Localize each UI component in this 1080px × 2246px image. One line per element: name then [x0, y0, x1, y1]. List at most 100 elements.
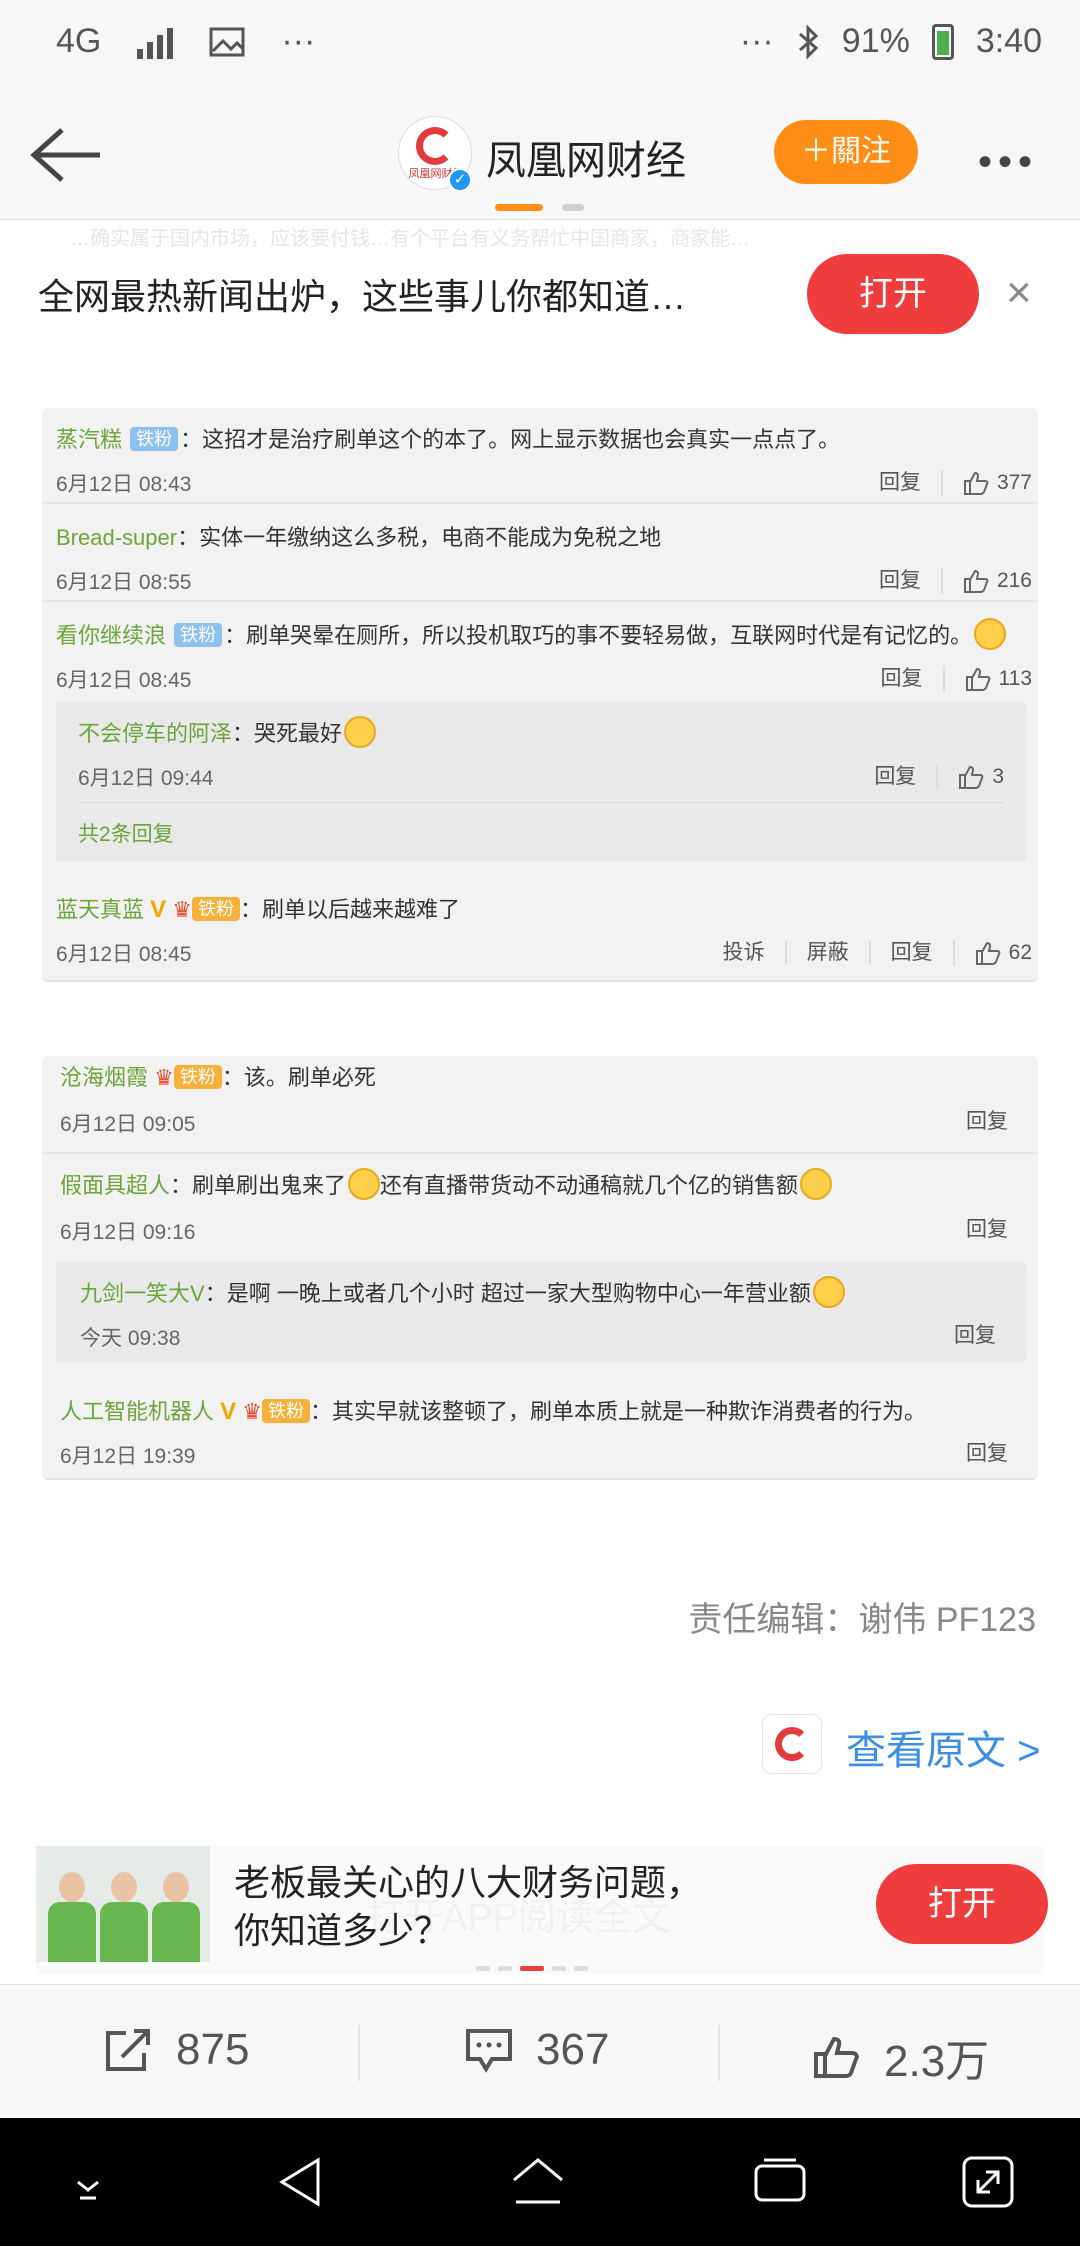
verified-v-icon: V [150, 896, 167, 923]
comment-card: 沧海烟霞 ♛ 铁粉 ：该。刷单必死 6月12日 09:05 回复 假面具超人：刷单刷… [42, 1056, 1038, 1480]
like-button[interactable]: 113 [942, 666, 1032, 692]
crown-level-icon: ♛ [242, 1399, 263, 1424]
like-button[interactable]: 377 [940, 470, 1032, 496]
comment-time: 6月12日 08:45 [56, 669, 192, 692]
reply-button[interactable]: 回复 [946, 1110, 1028, 1134]
like-count: 113 [998, 667, 1032, 690]
more-replies-link[interactable]: 共2条回复 [78, 818, 174, 848]
back-arrow-icon[interactable] [26, 120, 106, 190]
comment-username[interactable]: 沧海烟霞 [60, 1065, 148, 1090]
responsible-editor: 责任编辑：谢伟 PF123 [688, 1601, 1036, 1639]
comment-username[interactable]: Bread-super [56, 525, 177, 550]
reply-text: ：哭死最好 [232, 721, 343, 746]
comment-time: 6月12日 08:45 [56, 943, 192, 966]
ad-banner[interactable]: 打开APP阅读全文 老板最关心的八大财务问题， 你知道多少？ 打开 [36, 1846, 1048, 1974]
comment-text-cont: 还有直播带货动不动通稿就几个亿的销售额 [380, 1173, 799, 1198]
banner-close-icon[interactable]: × [1006, 268, 1032, 318]
like-count: 216 [996, 569, 1032, 592]
comment-time: 6月12日 08:55 [56, 571, 192, 594]
divider [358, 2025, 360, 2081]
page-indicator-active [495, 204, 543, 211]
reply-button[interactable]: 回复 [946, 1442, 1028, 1466]
comment-button[interactable]: 367 [464, 2025, 609, 2075]
comment-line: 蒸汽糕 铁粉 ：这招才是治疗刷单这个的本了。网上显示数据也会真实一点点了。 [56, 422, 840, 454]
crown-level-icon: ♛ [154, 1065, 174, 1090]
bottom-action-bar: 875 367 2.3万 [0, 1984, 1080, 2116]
view-original-link[interactable]: 查看原文 > [846, 1718, 1040, 1776]
comment-text: ：该。刷单必死 [221, 1065, 376, 1090]
signal-icon [137, 25, 174, 59]
comment-username[interactable]: 看你继续浪 [56, 623, 166, 648]
like-article-button[interactable]: 2.3万 [812, 2025, 989, 2089]
banner-text[interactable]: 全网最热新闻出炉，这些事儿你都知道… [38, 268, 686, 320]
comment-text: ：其实早就该整顿了，刷单本质上就是一种欺诈消费者的行为。 [310, 1399, 927, 1424]
app-promo-banner[interactable]: …确实属于国内市场，应该要付钱…有个平台有义务帮忙中国商家，商家能… 全网最热新… [0, 222, 1080, 362]
ad-title-line2[interactable]: 你知道多少？ [234, 1902, 450, 1954]
share-icon [106, 2029, 150, 2071]
block-button[interactable]: 屏蔽 [784, 941, 869, 965]
comment-text: ：刷单以后越来越难了 [240, 897, 461, 922]
screen-expand-icon[interactable] [958, 2152, 1018, 2212]
comment-username[interactable]: 人工智能机器人 [60, 1399, 214, 1424]
laughing-emoji-icon [812, 1276, 845, 1308]
phoenix-logo-icon [416, 127, 454, 165]
report-button[interactable]: 投诉 [703, 941, 785, 965]
recent-apps-icon[interactable] [750, 2152, 810, 2212]
system-nav-bar [0, 2118, 1080, 2246]
home-nav-icon[interactable] [508, 2152, 568, 2212]
thumbs-up-icon [959, 765, 984, 789]
reply-box: 不会停车的阿泽：哭死最好 6月12日 09:44 回复 3 共2条回复 [56, 702, 1026, 862]
like-button[interactable]: 62 [952, 940, 1032, 966]
page-indicator [562, 204, 584, 211]
more-options-icon[interactable]: ••• [978, 140, 1038, 185]
reply-button[interactable]: 回复 [934, 1324, 1016, 1348]
comment-time: 6月12日 08:43 [56, 473, 192, 496]
ad-title[interactable]: 老板最关心的八大财务问题， [234, 1854, 702, 1906]
comment-text: ：刷单哭晕在厕所，所以投机取巧的事不要轻易做，互联网时代是有记忆的。 [224, 623, 973, 648]
comment-icon [466, 2029, 512, 2073]
account-name[interactable]: 凤凰网财经 [486, 128, 686, 186]
like-button[interactable]: 3 [936, 764, 1004, 790]
thumbs-up-icon [965, 667, 990, 691]
like-count: 62 [1008, 941, 1032, 964]
more-notifications: ··· [281, 22, 316, 60]
bluetooth-icon [798, 23, 818, 60]
status-bar: 4G ··· ··· 91% 3:40 [0, 0, 1080, 90]
more-status: ··· [739, 22, 774, 60]
like-button[interactable]: 216 [940, 568, 1032, 594]
reply-button[interactable]: 回复 [859, 471, 941, 495]
divider [42, 600, 1038, 602]
reply-time: 今天 09:38 [80, 1327, 181, 1350]
like-count: 3 [992, 765, 1004, 788]
banner-open-button[interactable]: 打开 [807, 254, 979, 334]
ad-open-button[interactable]: 打开 [876, 1864, 1048, 1944]
share-button[interactable]: 875 [104, 2025, 249, 2075]
thumbs-up-icon [814, 2036, 859, 2078]
hide-keyboard-icon[interactable] [58, 2152, 118, 2212]
divider [42, 1152, 1038, 1154]
verified-v-icon: V [220, 1398, 237, 1425]
comment-line: 人工智能机器人 V ♛ 铁粉 ：其实早就该整顿了，刷单本质上就是一种欺诈消费者的行为… [60, 1394, 926, 1426]
comment-username[interactable]: 蒸汽糕 [56, 427, 122, 452]
reply-button[interactable]: 回复 [861, 667, 943, 691]
thumbs-up-icon [975, 941, 1001, 965]
divider [42, 502, 1038, 504]
comment-username[interactable]: 假面具超人 [60, 1173, 170, 1198]
comment-card: 蒸汽糕 铁粉 ：这招才是治疗刷单这个的本了。网上显示数据也会真实一点点了。 6月1… [42, 408, 1038, 982]
banner-background-text: …确实属于国内市场，应该要付钱…有个平台有义务帮忙中国商家，商家能… [70, 228, 750, 250]
divider [78, 802, 1004, 803]
reply-line: 不会停车的阿泽：哭死最好 [78, 716, 377, 748]
reply-button[interactable]: 回复 [859, 569, 941, 593]
reply-button[interactable]: 回复 [868, 941, 953, 965]
battery-icon [931, 23, 954, 60]
reply-username[interactable]: 不会停车的阿泽 [78, 721, 232, 746]
comment-username[interactable]: 蓝天真蓝 [56, 897, 144, 922]
fan-badge: 铁粉 [130, 427, 179, 451]
back-nav-icon[interactable] [272, 2152, 332, 2212]
network-indicator: 4G [56, 22, 102, 60]
follow-button[interactable]: ＋關注 [774, 120, 918, 184]
reply-button[interactable]: 回复 [854, 765, 936, 789]
divider [718, 2025, 720, 2081]
reply-username[interactable]: 九剑一笑大V [80, 1281, 205, 1306]
reply-button[interactable]: 回复 [946, 1218, 1028, 1242]
